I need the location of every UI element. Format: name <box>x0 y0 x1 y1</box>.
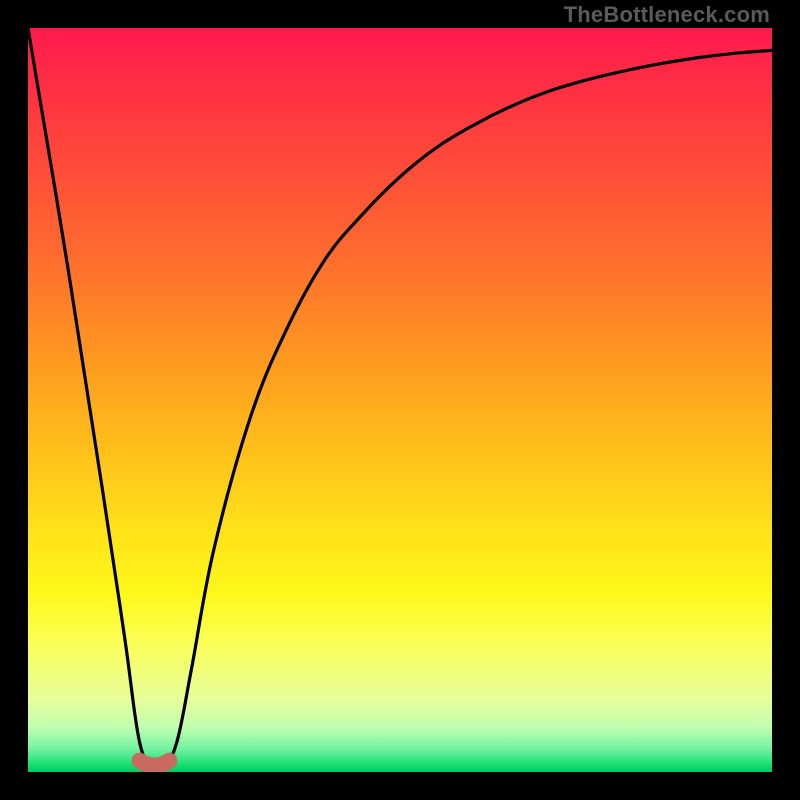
chart-frame: TheBottleneck.com <box>0 0 800 800</box>
watermark-text: TheBottleneck.com <box>564 2 770 28</box>
curve-svg <box>28 28 772 772</box>
bottleneck-curve-path <box>28 28 772 772</box>
minimum-marker <box>140 761 170 766</box>
plot-area <box>28 28 772 772</box>
